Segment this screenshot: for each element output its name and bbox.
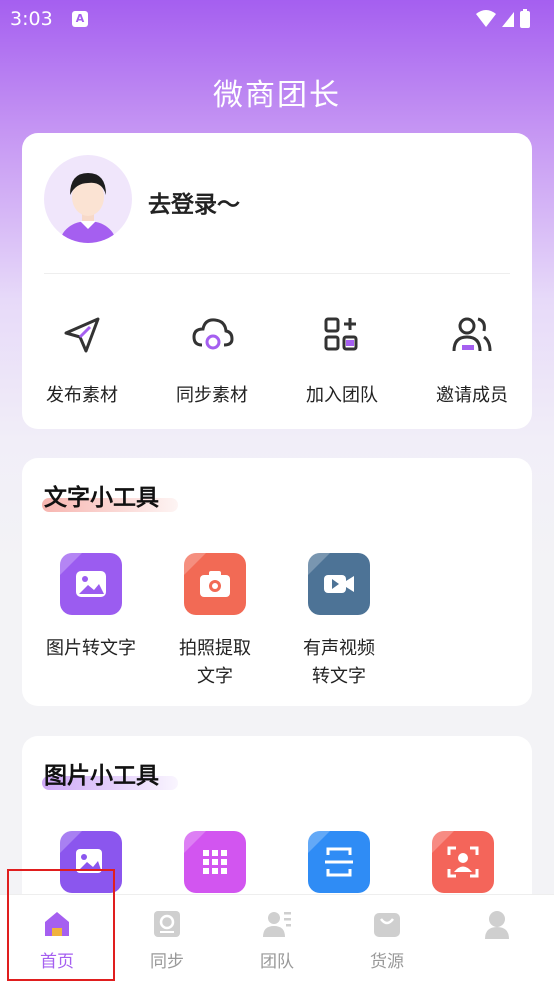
section-title: 图片小工具 [44, 763, 159, 789]
nav-label: 货源 [370, 952, 404, 972]
text-tools-card: 文字小工具 图片转文字 拍照提取文字 有声视频转文字 [22, 458, 532, 706]
action-label: 邀请成员 [436, 385, 508, 406]
nav-supply[interactable]: 货源 [342, 909, 432, 972]
tool-image-to-text[interactable]: 图片转文字 [36, 553, 146, 663]
camera-icon [184, 553, 246, 615]
action-join-team[interactable]: 加入团队 [282, 313, 402, 407]
action-publish-material[interactable]: 发布素材 [22, 313, 142, 407]
action-sync-material[interactable]: 同步素材 [152, 313, 272, 407]
tool-scan[interactable] [284, 831, 394, 893]
status-bar: 3:03 A [0, 0, 554, 40]
tool-label: 拍照提取文字 [179, 638, 251, 687]
profile-card: 去登录～ 发布素材 同步素材 加入团队 邀请成员 [22, 133, 532, 429]
tool-face-scan[interactable] [408, 831, 518, 893]
nav-team[interactable]: 团队 [232, 909, 322, 972]
action-invite-member[interactable]: 邀请成员 [412, 313, 532, 407]
tool-video-to-text[interactable]: 有声视频转文字 [284, 553, 394, 691]
avatar-icon [60, 173, 116, 243]
status-icons [474, 8, 534, 34]
image-icon [60, 553, 122, 615]
notification-badge-text: A [75, 12, 85, 25]
profile-icon [482, 909, 512, 939]
divider [44, 273, 510, 274]
page-title: 微商团长 [213, 78, 341, 113]
login-link[interactable]: 去登录～ [148, 185, 240, 219]
nav-sync[interactable]: 同步 [122, 909, 212, 972]
grid-icon [184, 831, 246, 893]
section-title: 文字小工具 [44, 485, 159, 511]
scan-icon [308, 831, 370, 893]
team-icon [262, 909, 292, 939]
notification-icon: A [72, 11, 88, 27]
video-icon [308, 553, 370, 615]
action-label: 同步素材 [176, 385, 248, 406]
grid-plus-icon [320, 313, 364, 357]
tool-grid[interactable] [160, 831, 270, 893]
nav-profile[interactable] [452, 909, 542, 947]
wifi-battery-icon [476, 9, 530, 28]
nav-label: 同步 [150, 952, 184, 972]
bag-icon [372, 909, 402, 939]
face-scan-icon [432, 831, 494, 893]
action-label: 加入团队 [306, 385, 378, 406]
action-label: 发布素材 [46, 385, 118, 406]
tool-label: 图片转文字 [46, 638, 136, 659]
avatar[interactable] [44, 155, 132, 243]
cloud-sync-icon [190, 313, 234, 357]
tool-label: 有声视频转文字 [303, 638, 375, 687]
send-icon [60, 313, 104, 357]
status-time: 3:03 [10, 8, 53, 30]
nav-label: 团队 [260, 952, 294, 972]
highlight-box [7, 869, 115, 981]
sync-icon [152, 909, 182, 939]
users-icon [450, 313, 494, 357]
tool-photo-extract-text[interactable]: 拍照提取文字 [160, 553, 270, 691]
